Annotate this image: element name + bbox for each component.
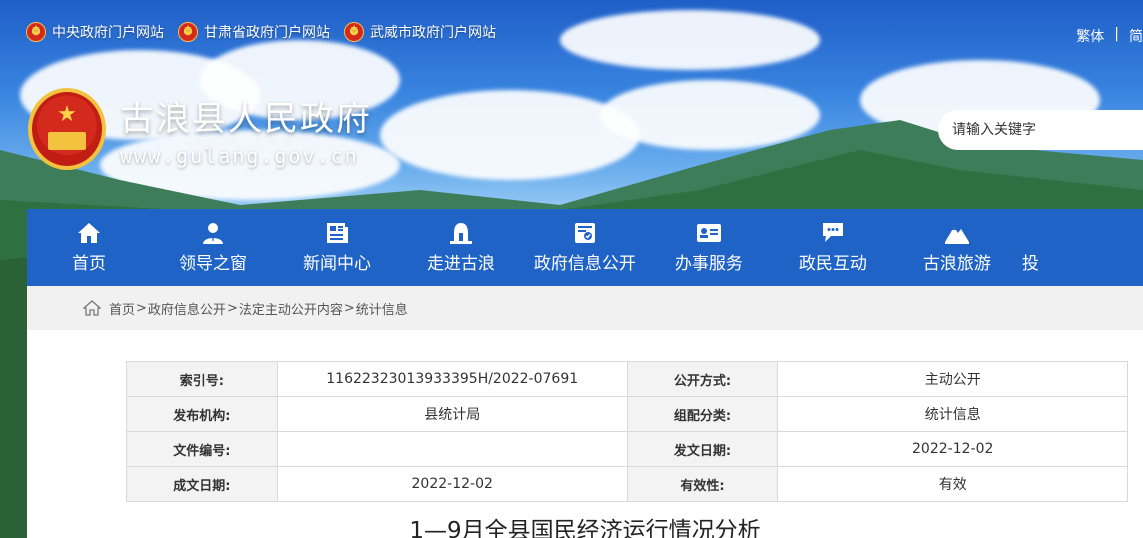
top-link-gansu-gov[interactable]: 甘肃省政府门户网站: [178, 22, 330, 42]
table-row: 索引号: 11622323013933395H/2022-07691 公开方式:…: [126, 361, 1128, 397]
nav-info-disclosure[interactable]: 政府信息公开: [523, 209, 647, 286]
service-card-icon: [696, 221, 722, 245]
top-link-central-gov[interactable]: 中央政府门户网站: [26, 22, 164, 42]
breadcrumb-separator: >: [343, 300, 355, 316]
nav-leaders[interactable]: 领导之窗: [151, 209, 275, 286]
nav-label: 首页: [71, 254, 106, 274]
top-links-bar: 中央政府门户网站 甘肃省政府门户网站 武威市政府门户网站: [26, 22, 496, 42]
nav-tourism[interactable]: 古浪旅游: [895, 209, 1019, 286]
table-row: 文件编号: 发文日期: 2022-12-02: [126, 431, 1128, 467]
breadcrumb-separator: >: [226, 300, 238, 316]
language-switch: 繁体 | 简: [1076, 26, 1143, 46]
meta-key: 有效性:: [626, 466, 779, 502]
meta-value: 有效: [777, 466, 1128, 502]
meta-key: 发文日期:: [626, 431, 779, 467]
content-area: 首页 > 政府信息公开 > 法定主动公开内容 > 统计信息 索引号: 11622…: [27, 286, 1143, 538]
article-title: 1—9月全县国民经济运行情况分析: [409, 518, 761, 538]
nav-label: 新闻中心: [302, 254, 371, 274]
top-link-wuwei-gov[interactable]: 武威市政府门户网站: [344, 22, 496, 42]
top-link-label: 中央政府门户网站: [52, 25, 164, 41]
info-disclosure-icon: [572, 221, 598, 245]
meta-key: 文件编号:: [126, 431, 278, 467]
site-title: 古浪县人民政府: [120, 98, 372, 139]
meta-key: 公开方式:: [626, 361, 779, 397]
lang-separator: |: [1114, 26, 1119, 42]
news-icon: [324, 221, 350, 245]
meta-key: 索引号:: [126, 361, 278, 397]
chat-icon: [820, 221, 846, 245]
meta-key: 成文日期:: [126, 466, 278, 502]
national-emblem-icon: [28, 88, 106, 170]
nav-label: 政民互动: [798, 254, 867, 274]
mountain-icon: [944, 221, 970, 245]
breadcrumb-statistics[interactable]: 统计信息: [356, 299, 408, 318]
home-outline-icon: [83, 300, 101, 316]
nav-services[interactable]: 办事服务: [647, 209, 771, 286]
breadcrumb-statutory-content[interactable]: 法定主动公开内容: [239, 299, 343, 318]
meta-key: 组配分类:: [626, 396, 779, 432]
top-link-label: 武威市政府门户网站: [370, 25, 496, 41]
nav-label: 政府信息公开: [533, 254, 636, 274]
meta-key: 发布机构:: [126, 396, 278, 432]
top-link-label: 甘肃省政府门户网站: [204, 25, 330, 41]
nav-label: 办事服务: [674, 254, 743, 274]
search-input[interactable]: [952, 122, 1132, 138]
meta-value: 2022-12-02: [777, 431, 1128, 467]
breadcrumb-home[interactable]: 首页: [109, 299, 135, 318]
simplified-chinese-link[interactable]: 简: [1129, 26, 1143, 46]
leader-icon: [200, 221, 226, 245]
national-emblem-icon: [344, 22, 364, 42]
meta-value: 统计信息: [777, 396, 1128, 432]
nav-label: 领导之窗: [178, 254, 247, 274]
document-meta-table: 索引号: 11622323013933395H/2022-07691 公开方式:…: [126, 361, 1128, 502]
breadcrumb-separator: >: [136, 300, 147, 316]
traditional-chinese-link[interactable]: 繁体: [1076, 26, 1104, 46]
nav-about-gulang[interactable]: 走进古浪: [399, 209, 523, 286]
national-emblem-icon: [178, 22, 198, 42]
nav-interaction[interactable]: 政民互动: [771, 209, 895, 286]
main-nav: 首页 领导之窗 新闻中心 走进古浪 政府信息公开 办事服务 政民互动 古浪旅游 …: [27, 209, 1143, 286]
nav-label: 走进古浪: [426, 254, 495, 274]
home-icon: [76, 221, 102, 245]
national-emblem-icon: [26, 22, 46, 42]
meta-value: 主动公开: [777, 361, 1128, 397]
breadcrumb: 首页 > 政府信息公开 > 法定主动公开内容 > 统计信息: [27, 286, 1143, 330]
nav-investment[interactable]: 投: [1019, 209, 1143, 286]
breadcrumb-info-disclosure[interactable]: 政府信息公开: [148, 299, 226, 318]
landmark-icon: [448, 221, 474, 245]
nav-home[interactable]: 首页: [27, 209, 151, 286]
meta-value: 11622323013933395H/2022-07691: [276, 361, 628, 397]
table-row: 成文日期: 2022-12-02 有效性: 有效: [126, 466, 1128, 502]
site-logo[interactable]: 古浪县人民政府 www.gulang.gov.cn: [28, 88, 372, 170]
meta-value: [276, 431, 628, 467]
search-box: [938, 110, 1143, 150]
nav-label: 古浪旅游: [922, 254, 991, 274]
site-url: www.gulang.gov.cn: [120, 143, 359, 168]
meta-value: 2022-12-02: [276, 466, 628, 502]
nav-news[interactable]: 新闻中心: [275, 209, 399, 286]
table-row: 发布机构: 县统计局 组配分类: 统计信息: [126, 396, 1128, 432]
meta-value: 县统计局: [276, 396, 628, 432]
nav-label: 投: [1021, 254, 1039, 274]
